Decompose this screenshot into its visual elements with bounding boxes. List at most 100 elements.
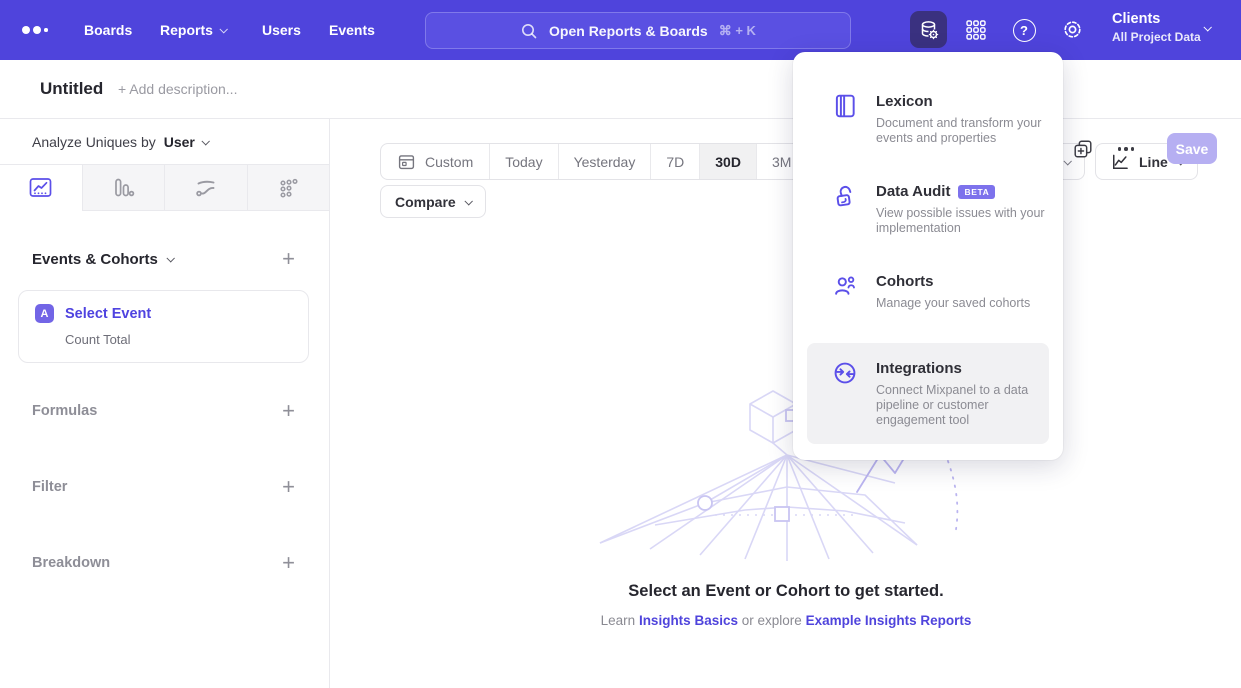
apps-grid-button[interactable] xyxy=(964,18,988,42)
help-icon: ? xyxy=(1013,19,1036,42)
chart-type-label: Line xyxy=(1139,154,1168,170)
analyze-entity-dropdown[interactable]: User xyxy=(164,134,208,150)
formulas-section: Formulas + xyxy=(32,400,295,422)
query-builder-sidebar: Analyze Uniques by User xyxy=(0,119,330,688)
add-event-button[interactable]: + xyxy=(282,248,295,270)
workspace-name: Clients xyxy=(1112,10,1201,29)
save-button[interactable]: Save xyxy=(1167,133,1217,164)
filter-section: Filter + xyxy=(32,476,295,498)
tab-flow-chart[interactable] xyxy=(164,165,247,211)
menu-item-cohorts[interactable]: Cohorts Manage your saved cohorts xyxy=(793,254,1063,329)
beta-badge: BETA xyxy=(958,185,995,199)
top-navigation-bar: Boards Reports Users Events Open Reports… xyxy=(0,0,1241,60)
bar-chart-tab-icon xyxy=(112,177,135,199)
report-title[interactable]: Untitled xyxy=(40,60,103,118)
formulas-label: Formulas xyxy=(32,403,97,419)
integrations-sync-icon xyxy=(832,360,858,386)
chevron-down-icon xyxy=(166,254,174,262)
more-options-button[interactable] xyxy=(1113,137,1139,161)
report-description-placeholder[interactable]: + Add description... xyxy=(118,60,237,118)
add-breakdown-button[interactable]: + xyxy=(282,552,295,574)
insights-basics-link[interactable]: Insights Basics xyxy=(639,613,738,628)
lexicon-title: Lexicon xyxy=(876,92,933,112)
range-yesterday-label: Yesterday xyxy=(574,154,636,170)
range-7d-label: 7D xyxy=(666,154,684,170)
global-search-input[interactable]: Open Reports & Boards ⌘ + K xyxy=(425,12,851,49)
chart-type-tabs xyxy=(0,165,329,211)
help-button[interactable]: ? xyxy=(1012,18,1036,42)
tab-bar-chart[interactable] xyxy=(82,165,165,211)
integrations-title: Integrations xyxy=(876,359,962,379)
cohorts-description: Manage your saved cohorts xyxy=(876,296,1054,311)
metrics-grid-tab-icon xyxy=(277,177,300,199)
tab-metrics-grid[interactable] xyxy=(247,165,330,211)
lexicon-description: Document and transform your events and p… xyxy=(876,116,1054,146)
compare-label: Compare xyxy=(395,194,456,210)
workspace-switcher[interactable]: Clients All Project Data xyxy=(1112,10,1201,45)
nav-users[interactable]: Users xyxy=(262,0,301,60)
flow-tab-icon xyxy=(194,177,218,199)
integrations-description: Connect Mixpanel to a data pipeline or c… xyxy=(876,383,1054,428)
gear-icon xyxy=(1060,17,1085,42)
add-filter-button[interactable]: + xyxy=(282,476,295,498)
explore-middle: or explore xyxy=(742,613,802,628)
example-reports-link[interactable]: Example Insights Reports xyxy=(806,613,972,628)
add-formula-button[interactable]: + xyxy=(282,400,295,422)
event-aggregation-dropdown[interactable]: Count Total xyxy=(65,332,292,347)
copy-plus-icon xyxy=(1072,138,1094,160)
filter-label: Filter xyxy=(32,479,67,495)
insights-report-screen: Boards Reports Users Events Open Reports… xyxy=(0,0,1241,688)
mixpanel-logo-icon[interactable] xyxy=(22,26,48,34)
range-30d-label: 30D xyxy=(715,154,741,170)
nav-reports[interactable]: Reports xyxy=(160,0,226,60)
analyze-label: Analyze Uniques by xyxy=(32,134,156,150)
nav-reports-label: Reports xyxy=(160,22,213,38)
search-placeholder: Open Reports & Boards xyxy=(549,23,708,39)
calendar-icon xyxy=(397,152,416,171)
range-today-button[interactable]: Today xyxy=(489,144,557,179)
analyze-entity-value: User xyxy=(164,134,195,150)
menu-item-data-audit[interactable]: Data Audit BETA View possible issues wit… xyxy=(793,164,1063,254)
menu-item-integrations[interactable]: Integrations Connect Mixpanel to a data … xyxy=(807,343,1049,444)
empty-state-links: Learn Insights Basics or explore Example… xyxy=(331,613,1241,628)
menu-item-lexicon[interactable]: Lexicon Document and transform your even… xyxy=(793,74,1063,164)
apps-grid-icon xyxy=(964,18,988,42)
select-event-button[interactable]: Select Event xyxy=(65,306,151,322)
database-gear-icon xyxy=(917,18,941,42)
chevron-down-icon xyxy=(464,197,472,205)
chart-area: Custom Today Yesterday 7D 30D 3M 6M 12M … xyxy=(331,119,1241,688)
search-icon xyxy=(520,22,538,40)
events-cohorts-label: Events & Cohorts xyxy=(32,251,158,268)
events-cohorts-toggle[interactable]: Events & Cohorts xyxy=(32,251,173,268)
workspace-project: All Project Data xyxy=(1112,29,1201,45)
nav-boards[interactable]: Boards xyxy=(84,0,132,60)
nav-users-label: Users xyxy=(262,22,301,38)
nav-events[interactable]: Events xyxy=(329,0,375,60)
chevron-down-icon xyxy=(219,25,227,33)
range-custom-label: Custom xyxy=(425,154,473,170)
line-chart-tab-icon xyxy=(29,177,52,198)
settings-button[interactable] xyxy=(1060,17,1085,42)
nav-events-label: Events xyxy=(329,22,375,38)
learn-prefix: Learn xyxy=(601,613,636,628)
tab-line-chart[interactable] xyxy=(0,165,82,211)
range-custom-button[interactable]: Custom xyxy=(381,144,489,179)
compare-button[interactable]: Compare xyxy=(380,185,486,218)
range-30d-button[interactable]: 30D xyxy=(699,144,756,179)
range-7d-button[interactable]: 7D xyxy=(650,144,699,179)
breakdown-section: Breakdown + xyxy=(32,552,295,574)
lexicon-book-icon xyxy=(832,93,858,119)
event-card[interactable]: A Select Event Count Total xyxy=(18,290,309,363)
range-yesterday-button[interactable]: Yesterday xyxy=(558,144,651,179)
cohorts-title: Cohorts xyxy=(876,272,934,292)
range-3m-label: 3M xyxy=(772,154,791,170)
data-audit-title: Data Audit xyxy=(876,182,950,202)
cohorts-people-icon xyxy=(832,273,858,299)
chevron-down-icon xyxy=(1203,23,1211,31)
duplicate-report-button[interactable] xyxy=(1071,137,1095,161)
analyze-uniques-row: Analyze Uniques by User xyxy=(0,119,329,165)
data-management-button[interactable] xyxy=(910,11,947,48)
data-audit-icon xyxy=(832,183,858,209)
breakdown-label: Breakdown xyxy=(32,555,110,571)
events-cohorts-header: Events & Cohorts + xyxy=(0,248,329,270)
